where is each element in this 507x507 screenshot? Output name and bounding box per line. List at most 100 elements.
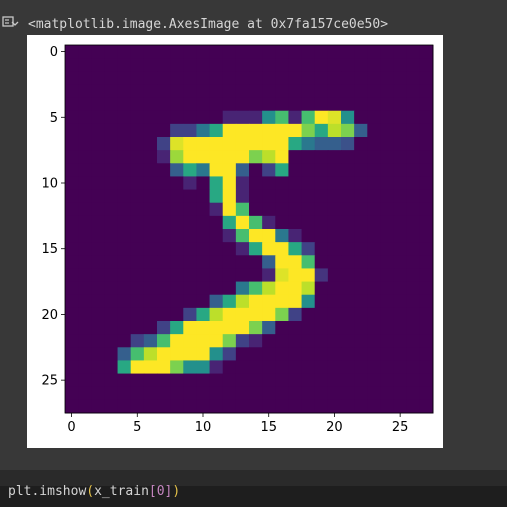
heatmap-cell — [91, 110, 105, 125]
heatmap-cell — [380, 71, 395, 85]
output-text: <matplotlib.image.AxesImage at 0x7fa157c… — [28, 17, 389, 32]
heatmap-cell — [117, 202, 132, 217]
heatmap-cell — [314, 150, 329, 164]
heatmap-cell — [209, 373, 224, 388]
heatmap-cell — [91, 229, 105, 243]
heatmap-cell — [222, 97, 237, 112]
heatmap-cell — [354, 176, 368, 191]
heatmap-cell — [222, 123, 237, 138]
heatmap-cell — [288, 334, 303, 348]
heatmap-cell — [327, 281, 342, 296]
heatmap-cell — [419, 321, 434, 335]
heatmap-cell — [275, 189, 289, 204]
heatmap-cell — [249, 202, 263, 217]
heatmap-cell — [341, 334, 355, 348]
heatmap-cell — [183, 321, 197, 335]
heatmap-cell — [354, 268, 368, 283]
heatmap-cell — [130, 45, 145, 59]
heatmap-cell — [288, 202, 303, 217]
heatmap-cell — [196, 84, 211, 99]
heatmap-cell — [327, 84, 342, 99]
heatmap-cell — [143, 176, 158, 191]
heatmap-cell — [419, 347, 434, 361]
heatmap-cell — [249, 334, 263, 348]
heatmap-cell — [117, 281, 132, 296]
heatmap-cell — [393, 45, 408, 59]
heatmap-cell — [104, 294, 119, 309]
heatmap-cell — [157, 360, 171, 375]
heatmap-cell — [104, 307, 119, 322]
code-line[interactable]: plt.imshow(x_train[0]) — [8, 484, 180, 499]
heatmap-cell — [235, 347, 250, 361]
heatmap-cell — [196, 281, 211, 296]
heatmap-cell — [117, 58, 132, 72]
heatmap-cell — [104, 71, 119, 85]
heatmap-cell — [143, 123, 158, 138]
output-toggle-icon[interactable] — [0, 14, 20, 34]
heatmap-cell — [367, 399, 381, 414]
heatmap-cell — [249, 294, 263, 309]
heatmap-cell — [380, 97, 395, 112]
heatmap-cell — [249, 347, 263, 361]
heatmap-cell — [78, 58, 92, 72]
heatmap-cell — [183, 176, 197, 191]
heatmap-cell — [143, 360, 158, 375]
heatmap-cell — [104, 215, 119, 230]
heatmap-cell — [380, 373, 395, 388]
heatmap-cell — [117, 97, 132, 112]
heatmap-cell — [170, 58, 184, 72]
heatmap-cell — [78, 399, 92, 414]
heatmap-cell — [117, 110, 132, 125]
heatmap-cell — [341, 360, 355, 375]
heatmap-cell — [143, 163, 158, 177]
heatmap-cell — [249, 386, 263, 401]
heatmap-cell — [262, 202, 276, 217]
heatmap-cell — [301, 268, 316, 283]
heatmap-cell — [301, 150, 316, 164]
heatmap-cell — [170, 347, 184, 361]
heatmap-cell — [367, 334, 381, 348]
heatmap-cell — [78, 294, 92, 309]
heatmap-cell — [288, 386, 303, 401]
heatmap-cell — [367, 294, 381, 309]
heatmap-cell — [393, 84, 408, 99]
heatmap-cell — [130, 386, 145, 401]
heatmap-cell — [314, 137, 329, 151]
y-tick-label: 20 — [41, 308, 58, 323]
heatmap-cell — [288, 399, 303, 414]
heatmap-cell — [91, 242, 105, 256]
heatmap-cell — [104, 110, 119, 125]
heatmap-cell — [65, 84, 79, 99]
heatmap-cell — [209, 255, 224, 269]
heatmap-cell — [301, 399, 316, 414]
heatmap-cell — [196, 45, 211, 59]
heatmap-cell — [157, 189, 171, 204]
heatmap-cell — [288, 321, 303, 335]
heatmap-cell — [78, 163, 92, 177]
heatmap-cell — [183, 150, 197, 164]
heatmap-cell — [65, 294, 79, 309]
code-cell[interactable]: plt.imshow(x_train[0]) — [0, 484, 507, 507]
heatmap-cell — [406, 334, 421, 348]
heatmap-cell — [209, 268, 224, 283]
heatmap-cell — [104, 242, 119, 256]
heatmap-cell — [170, 176, 184, 191]
output-header-strip — [22, 0, 507, 12]
heatmap-cell — [406, 189, 421, 204]
heatmap-cell — [406, 255, 421, 269]
heatmap-cell — [143, 334, 158, 348]
heatmap-cell — [157, 215, 171, 230]
heatmap-cell — [354, 242, 368, 256]
heatmap-cell — [91, 373, 105, 388]
heatmap-cell — [183, 334, 197, 348]
heatmap-cell — [78, 176, 92, 191]
heatmap-cell — [130, 229, 145, 243]
heatmap-cell — [341, 150, 355, 164]
heatmap-cell — [130, 97, 145, 112]
heatmap-cell — [143, 373, 158, 388]
heatmap-cell — [65, 399, 79, 414]
heatmap-cell — [196, 123, 211, 138]
heatmap-cell — [341, 202, 355, 217]
heatmap-cell — [262, 84, 276, 99]
heatmap-cell — [406, 373, 421, 388]
